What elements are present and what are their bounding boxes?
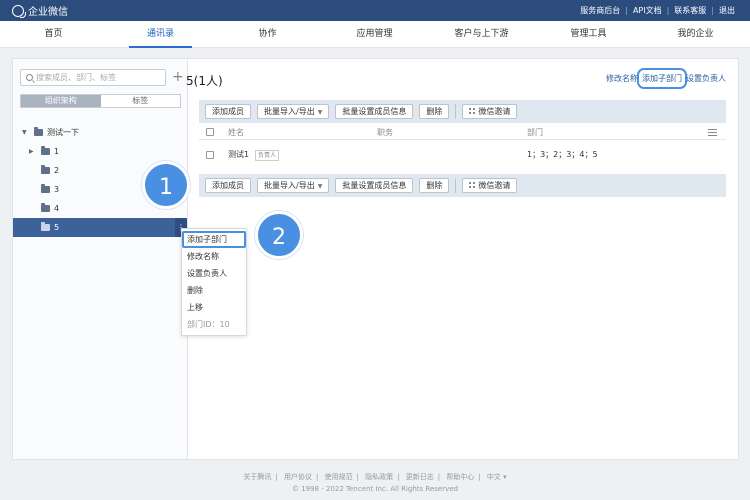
- department-title: 5(1人): [186, 74, 223, 88]
- folder-icon: [41, 203, 50, 212]
- department-id-label: 部门ID：10: [187, 320, 230, 329]
- column-department: 部门: [527, 128, 543, 137]
- tree-item-root[interactable]: ▼ 测试一下: [13, 123, 187, 142]
- member-toolbar-bottom: 添加成员 批量导入/导出 ▼ 批量设置成员信息 删除 微信邀请: [199, 174, 726, 197]
- caret-down-icon: ▼: [317, 109, 323, 116]
- footer-changelog-link[interactable]: 更新日志: [402, 473, 438, 481]
- segment-org-structure[interactable]: 组织架构: [21, 95, 101, 107]
- brand-name: 企业微信: [28, 7, 68, 18]
- tree-item-label: 2: [54, 166, 60, 175]
- menu-delete[interactable]: 删除: [182, 282, 246, 299]
- department-actions: 修改名称 添加子部门 设置负责人: [602, 68, 726, 89]
- search-icon: [26, 74, 33, 81]
- member-departments: 1；3；2；3；4；5: [527, 150, 598, 159]
- tab-customers[interactable]: 客户与上下游: [428, 21, 535, 48]
- manager-tag: 负责人: [255, 150, 280, 161]
- search-box[interactable]: [20, 69, 166, 86]
- tree-item-1[interactable]: ▶ 1: [13, 142, 187, 161]
- caret-right-icon[interactable]: ▶: [29, 142, 34, 161]
- footer-links: 关于腾讯 | 用户协议 | 使用规范 | 隐私政策 | 更新日志 | 帮助中心 | 中文 ▾: [0, 472, 750, 482]
- member-name[interactable]: 测试1: [228, 149, 249, 160]
- tab-home[interactable]: 首页: [0, 21, 107, 48]
- tree-item-label: 1: [54, 147, 60, 156]
- column-position: 职务: [377, 128, 393, 137]
- add-member-button[interactable]: 添加成员: [205, 178, 251, 193]
- tree-item-label: 测试一下: [47, 128, 79, 137]
- footer-usage-link[interactable]: 使用规范: [321, 473, 357, 481]
- footer-agreement-link[interactable]: 用户协议: [280, 473, 316, 481]
- logout-link[interactable]: 退出: [714, 5, 740, 16]
- batch-import-export-button[interactable]: 批量导入/导出 ▼: [257, 104, 330, 119]
- tree-item-label: 5: [54, 223, 60, 232]
- row-checkbox[interactable]: [206, 151, 214, 159]
- caret-down-icon[interactable]: ▼: [22, 123, 27, 142]
- tree-item-label: 3: [54, 185, 60, 194]
- contact-support-link[interactable]: 联系客服: [669, 5, 711, 16]
- batch-import-export-button[interactable]: 批量导入/导出 ▼: [257, 178, 330, 193]
- footer-privacy-link[interactable]: 隐私政策: [361, 473, 397, 481]
- footer-language-select[interactable]: 中文 ▾: [483, 473, 511, 481]
- tab-my-company[interactable]: 我的企业: [642, 21, 749, 48]
- top-links: 服务商后台 | API文档 | 联系客服 | 退出: [575, 0, 740, 21]
- folder-icon: [41, 222, 50, 231]
- delete-button[interactable]: 删除: [419, 104, 450, 119]
- menu-move-up[interactable]: 上移: [182, 299, 246, 316]
- add-subdepartment-link[interactable]: 添加子部门: [637, 68, 687, 89]
- api-docs-link[interactable]: API文档: [628, 5, 667, 16]
- segment-tags[interactable]: 标签: [100, 95, 180, 107]
- org-sidebar: + 组织架构 标签 ▼ 测试一下 ▶ 1 2 3: [13, 59, 188, 459]
- folder-icon: [34, 127, 43, 136]
- rename-link[interactable]: 修改名称: [606, 73, 638, 84]
- step-badge-1: 1: [142, 161, 190, 209]
- folder-icon: [41, 146, 50, 155]
- tab-app-management[interactable]: 应用管理: [321, 21, 428, 48]
- qr-grid-icon: [469, 108, 476, 114]
- footer-help-link[interactable]: 帮助中心: [442, 473, 478, 481]
- member-table-header: 姓名 职务 部门: [199, 124, 726, 140]
- main-nav: 首页 通讯录 协作 应用管理 客户与上下游 管理工具 我的企业: [0, 21, 750, 48]
- brand-logo[interactable]: 企业微信: [12, 3, 68, 18]
- search-input[interactable]: [36, 73, 156, 82]
- tab-management-tools[interactable]: 管理工具: [535, 21, 642, 48]
- column-settings-icon[interactable]: [708, 129, 717, 136]
- department-context-menu: 添加子部门 修改名称 设置负责人 删除 上移 部门ID：10: [181, 228, 247, 336]
- delete-button[interactable]: 删除: [419, 178, 450, 193]
- wechat-invite-button[interactable]: 微信邀请: [462, 178, 518, 193]
- add-plus-icon[interactable]: +: [172, 69, 184, 85]
- table-row[interactable]: 测试1 负责人 1；3；2；3；4；5: [199, 143, 726, 167]
- view-switch: 组织架构 标签: [20, 94, 181, 108]
- tab-contacts[interactable]: 通讯录: [107, 21, 214, 48]
- menu-add-subdepartment[interactable]: 添加子部门: [182, 231, 246, 248]
- batch-set-member-info-button[interactable]: 批量设置成员信息: [335, 104, 414, 119]
- qr-grid-icon: [469, 182, 476, 188]
- footer-about-link[interactable]: 关于腾讯: [239, 473, 275, 481]
- footer-copyright: © 1998 - 2022 Tencent Inc. All Rights Re…: [291, 485, 459, 493]
- select-all-checkbox[interactable]: [206, 128, 214, 136]
- wechat-invite-button[interactable]: 微信邀请: [462, 104, 518, 119]
- column-name: 姓名: [228, 128, 244, 137]
- member-toolbar-top: 添加成员 批量导入/导出 ▼ 批量设置成员信息 删除 微信邀请: [199, 100, 726, 123]
- tab-collaboration[interactable]: 协作: [214, 21, 321, 48]
- top-bar: 企业微信 服务商后台 | API文档 | 联系客服 | 退出: [0, 0, 750, 21]
- step-badge-2: 2: [255, 211, 303, 259]
- tree-item-label: 4: [54, 204, 60, 213]
- folder-icon: [41, 165, 50, 174]
- wecom-logo-icon: [12, 4, 26, 18]
- folder-icon: [41, 184, 50, 193]
- menu-rename[interactable]: 修改名称: [182, 248, 246, 265]
- batch-set-member-info-button[interactable]: 批量设置成员信息: [335, 178, 414, 193]
- tree-item-5[interactable]: 5 ⋮: [13, 218, 187, 237]
- set-manager-link[interactable]: 设置负责人: [686, 73, 726, 84]
- menu-set-manager[interactable]: 设置负责人: [182, 265, 246, 282]
- provider-backend-link[interactable]: 服务商后台: [575, 5, 625, 16]
- add-member-button[interactable]: 添加成员: [205, 104, 251, 119]
- caret-down-icon: ▼: [317, 183, 323, 190]
- page-footer: 关于腾讯 | 用户协议 | 使用规范 | 隐私政策 | 更新日志 | 帮助中心 | 中文 ▾…: [0, 472, 750, 493]
